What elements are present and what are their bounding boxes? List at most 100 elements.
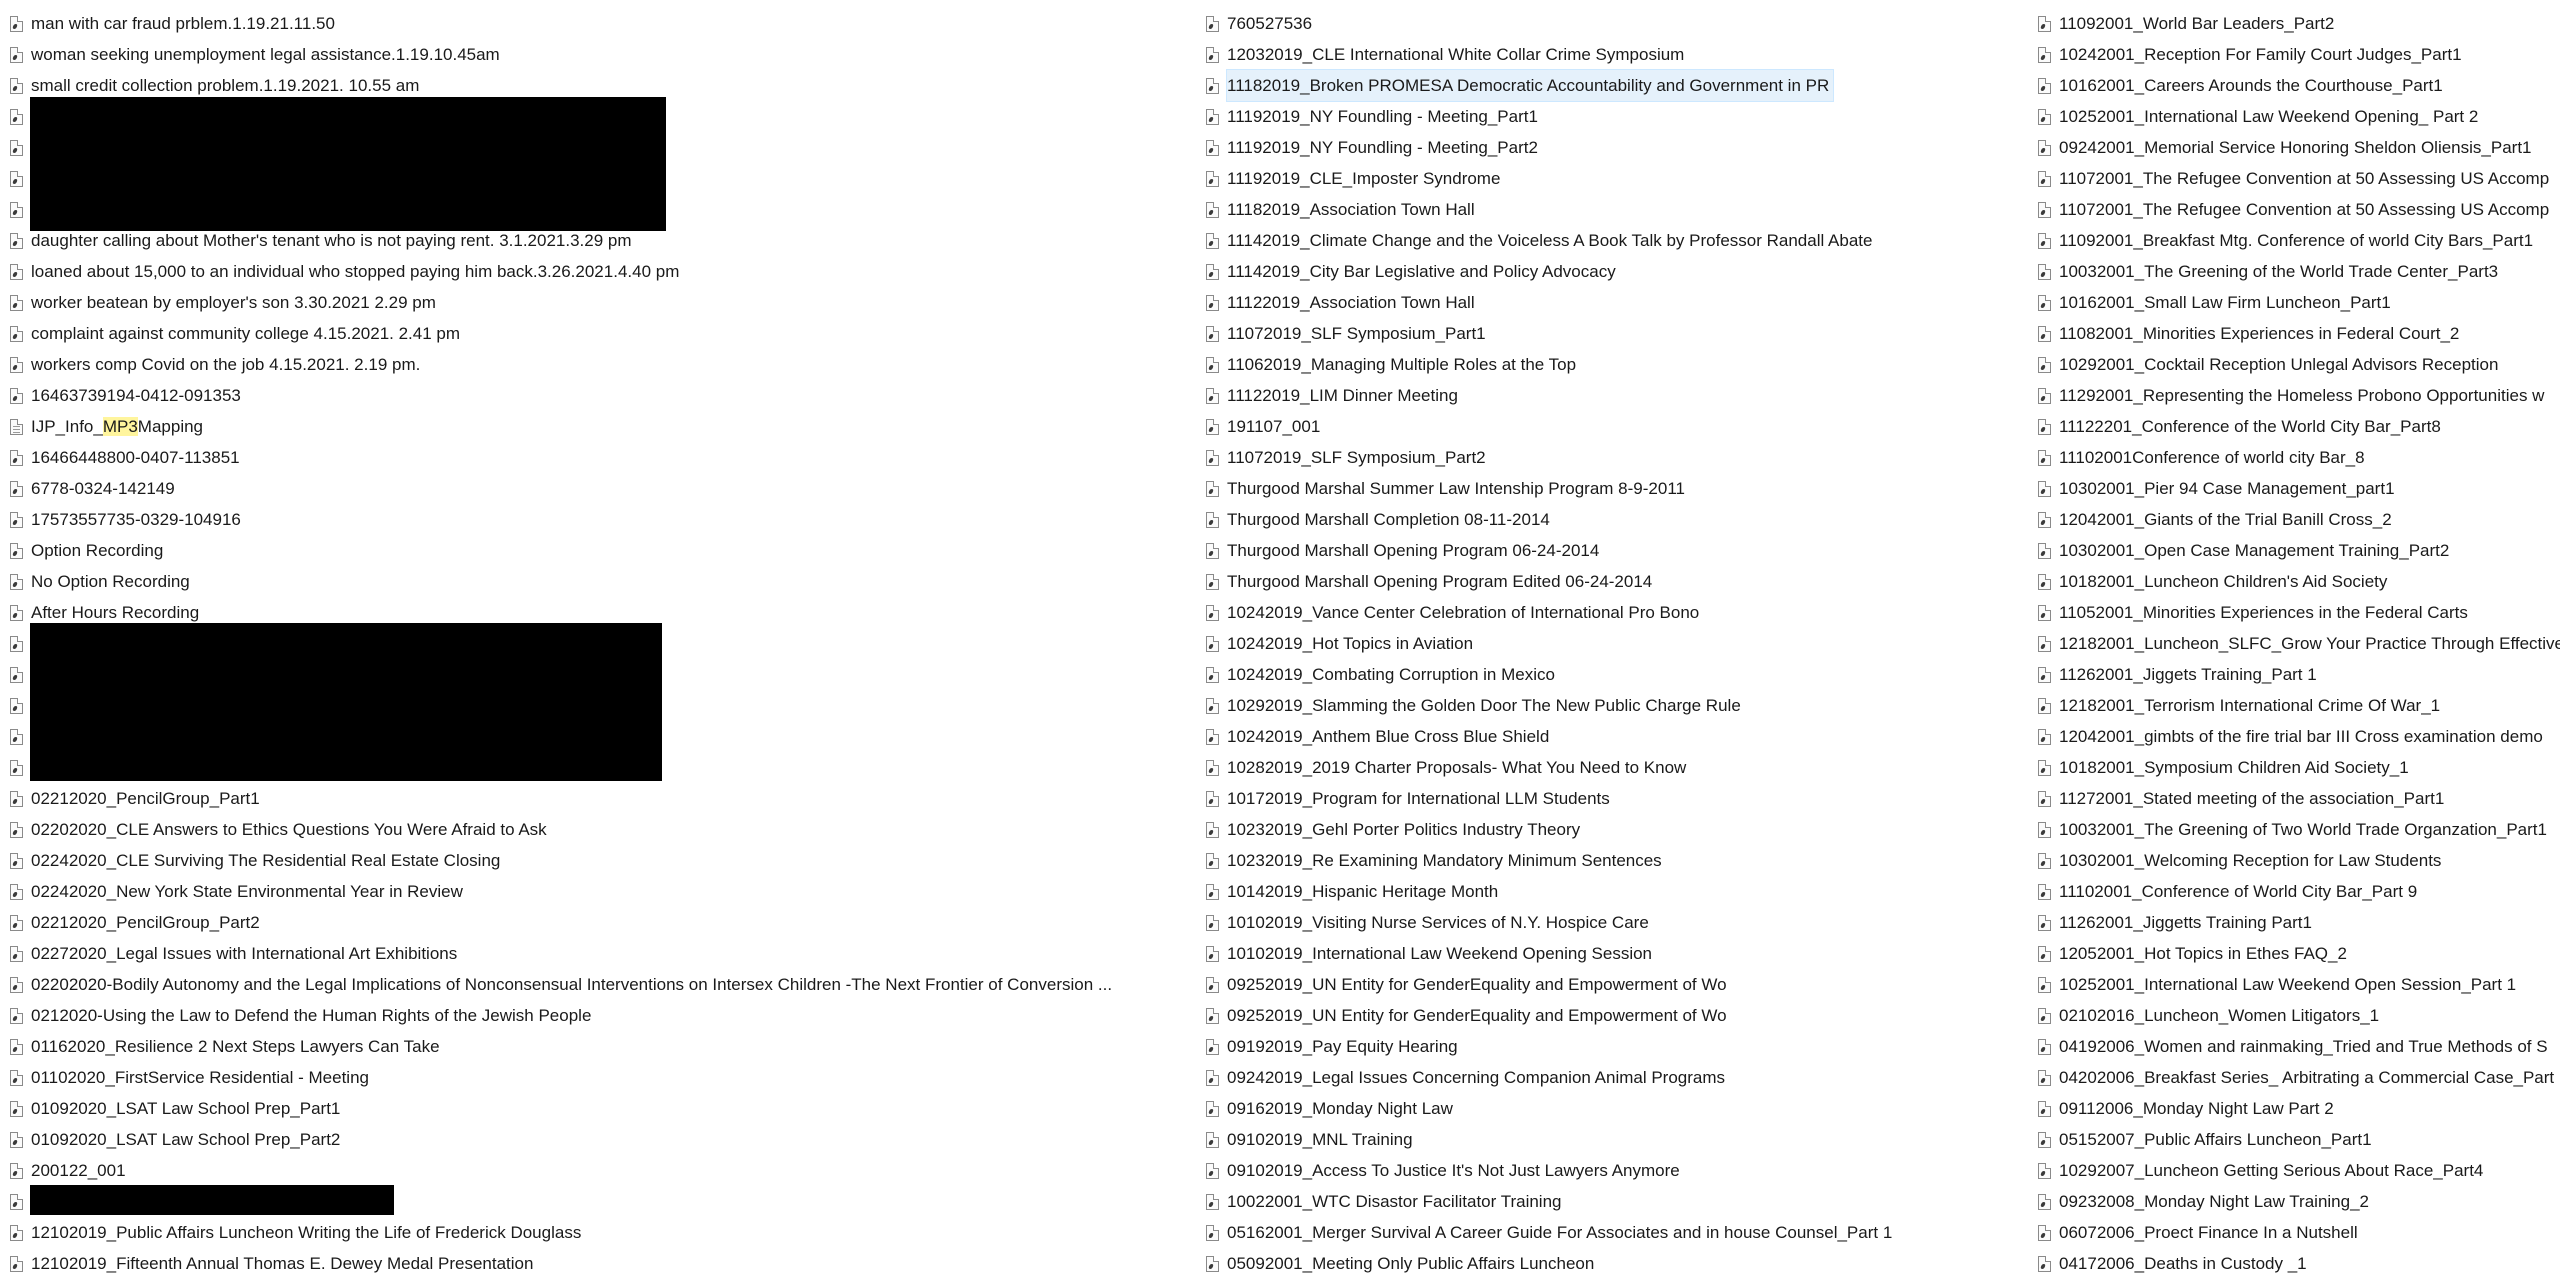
file-item[interactable]: 02242020_CLE Surviving The Residential R… bbox=[10, 845, 1200, 876]
file-item[interactable]: 09252019_UN Entity for GenderEquality an… bbox=[1206, 1000, 2026, 1031]
file-item[interactable]: 09242019_Legal Issues Concerning Compani… bbox=[1206, 1062, 2026, 1093]
file-item[interactable]: 11272001_Stated meeting of the associati… bbox=[2038, 783, 2560, 814]
file-item[interactable]: 11092001_Breakfast Mtg. Conference of wo… bbox=[2038, 225, 2560, 256]
file-item[interactable]: 11192019_NY Foundling - Meeting_Part2 bbox=[1206, 132, 2026, 163]
file-item[interactable]: 10142019_Hispanic Heritage Month bbox=[1206, 876, 2026, 907]
file-item[interactable]: man with car fraud prblem.1.19.21.11.50 bbox=[10, 8, 1200, 39]
file-item[interactable]: 12182001_Terrorism International Crime O… bbox=[2038, 690, 2560, 721]
file-item[interactable]: 10282019_2019 Charter Proposals- What Yo… bbox=[1206, 752, 2026, 783]
file-item[interactable]: Thurgood Marshal Summer Law Intenship Pr… bbox=[1206, 473, 2026, 504]
file-item[interactable]: 10302001_Open Case Management Training_P… bbox=[2038, 535, 2560, 566]
file-item[interactable]: 12182001_Luncheon_SLFC_Grow Your Practic… bbox=[2038, 628, 2560, 659]
file-item[interactable]: Option Recording bbox=[10, 535, 1200, 566]
file-item[interactable]: 09192019_Pay Equity Hearing bbox=[1206, 1031, 2026, 1062]
file-item[interactable]: 02202020_CLE Answers to Ethics Questions… bbox=[10, 814, 1200, 845]
file-item[interactable]: No Option Recording bbox=[10, 566, 1200, 597]
file-item[interactable]: 05162001_Merger Survival A Career Guide … bbox=[1206, 1217, 2026, 1248]
file-item[interactable]: 11262001_Jiggets Training_Part 1 bbox=[2038, 659, 2560, 690]
file-item[interactable]: 16466448800-0407-113851 bbox=[10, 442, 1200, 473]
file-item[interactable]: 02202020-Bodily Autonomy and the Legal I… bbox=[10, 969, 1200, 1000]
file-item[interactable]: 02212020_PencilGroup_Part1 bbox=[10, 783, 1200, 814]
file-item[interactable]: 200122_001 bbox=[10, 1155, 1200, 1186]
file-item[interactable]: 10162001_Careers Arounds the Courthouse_… bbox=[2038, 70, 2560, 101]
file-item[interactable]: 11192019_NY Foundling - Meeting_Part1 bbox=[1206, 101, 2026, 132]
file-item[interactable]: 10242019_Hot Topics in Aviation bbox=[1206, 628, 2026, 659]
file-item[interactable]: 11062019_Managing Multiple Roles at the … bbox=[1206, 349, 2026, 380]
file-item[interactable]: 12102019_Fifteenth Annual Thomas E. Dewe… bbox=[10, 1248, 1200, 1279]
file-item[interactable]: 04172006_Deaths in Custody _1 bbox=[2038, 1248, 2560, 1279]
file-item[interactable]: 191107_001 bbox=[1206, 411, 2026, 442]
file-item[interactable]: 11092001_World Bar Leaders_Part2 bbox=[2038, 8, 2560, 39]
file-item[interactable]: 10252001_International Law Weekend Openi… bbox=[2038, 101, 2560, 132]
file-item[interactable]: 10162001_Small Law Firm Luncheon_Part1 bbox=[2038, 287, 2560, 318]
file-item[interactable]: 10032001_The Greening of Two World Trade… bbox=[2038, 814, 2560, 845]
file-item[interactable]: 12042001_gimbts of the fire trial bar II… bbox=[2038, 721, 2560, 752]
file-item[interactable]: 10292007_Luncheon Getting Serious About … bbox=[2038, 1155, 2560, 1186]
file-item[interactable]: 10242019_Combating Corruption in Mexico bbox=[1206, 659, 2026, 690]
file-item[interactable]: 12102019_Public Affairs Luncheon Writing… bbox=[10, 1217, 1200, 1248]
file-item[interactable]: 01092020_LSAT Law School Prep_Part2 bbox=[10, 1124, 1200, 1155]
file-item[interactable]: complaint against community college 4.15… bbox=[10, 318, 1200, 349]
file-item[interactable]: 10292019_Slamming the Golden Door The Ne… bbox=[1206, 690, 2026, 721]
file-item[interactable]: 10182001_Luncheon Children's Aid Society bbox=[2038, 566, 2560, 597]
file-item[interactable]: 11182019_Association Town Hall bbox=[1206, 194, 2026, 225]
file-item[interactable]: 10172019_Program for International LLM S… bbox=[1206, 783, 2026, 814]
file-item[interactable]: 11072001_The Refugee Convention at 50 As… bbox=[2038, 194, 2560, 225]
file-item[interactable]: Thurgood Marshall Opening Program 06-24-… bbox=[1206, 535, 2026, 566]
file-item[interactable]: 02272020_Legal Issues with International… bbox=[10, 938, 1200, 969]
file-item[interactable]: 02242020_New York State Environmental Ye… bbox=[10, 876, 1200, 907]
file-item[interactable]: 09162019_Monday Night Law bbox=[1206, 1093, 2026, 1124]
file-item[interactable]: 11072001_The Refugee Convention at 50 As… bbox=[2038, 163, 2560, 194]
file-item[interactable]: 04192006_Women and rainmaking_Tried and … bbox=[2038, 1031, 2560, 1062]
file-item[interactable]: 09242001_Memorial Service Honoring Sheld… bbox=[2038, 132, 2560, 163]
file-item[interactable]: 10032001_The Greening of the World Trade… bbox=[2038, 256, 2560, 287]
file-item[interactable]: 06072006_Proect Finance In a Nutshell bbox=[2038, 1217, 2560, 1248]
file-item[interactable]: 10232019_Gehl Porter Politics Industry T… bbox=[1206, 814, 2026, 845]
file-item[interactable]: 10022001_WTC Disastor Facilitator Traini… bbox=[1206, 1186, 2026, 1217]
file-item[interactable]: 11072019_SLF Symposium_Part1 bbox=[1206, 318, 2026, 349]
file-item[interactable]: Thurgood Marshall Completion 08-11-2014 bbox=[1206, 504, 2026, 535]
file-item[interactable]: 10302001_Pier 94 Case Management_part1 bbox=[2038, 473, 2560, 504]
file-item[interactable]: 11082001_Minorities Experiences in Feder… bbox=[2038, 318, 2560, 349]
file-item[interactable]: 11102001_Conference of World City Bar_Pa… bbox=[2038, 876, 2560, 907]
file-item[interactable]: 10302001_Welcoming Reception for Law Stu… bbox=[2038, 845, 2560, 876]
file-item[interactable]: 10102019_International Law Weekend Openi… bbox=[1206, 938, 2026, 969]
file-item[interactable]: 04202006_Breakfast Series_ Arbitrating a… bbox=[2038, 1062, 2560, 1093]
file-item[interactable]: 16463739194-0412-091353 bbox=[10, 380, 1200, 411]
file-item[interactable]: loaned about 15,000 to an individual who… bbox=[10, 256, 1200, 287]
file-item[interactable]: IJP_Info_MP3Mapping bbox=[10, 411, 1200, 442]
file-item[interactable]: workers comp Covid on the job 4.15.2021.… bbox=[10, 349, 1200, 380]
file-item[interactable]: Thurgood Marshall Opening Program Edited… bbox=[1206, 566, 2026, 597]
file-item[interactable]: 6778-0324-142149 bbox=[10, 473, 1200, 504]
file-item[interactable]: 11052001_Minorities Experiences in the F… bbox=[2038, 597, 2560, 628]
file-item[interactable]: 09232008_Monday Night Law Training_2 bbox=[2038, 1186, 2560, 1217]
file-item[interactable]: worker beatean by employer's son 3.30.20… bbox=[10, 287, 1200, 318]
file-item[interactable]: woman seeking unemployment legal assista… bbox=[10, 39, 1200, 70]
file-item[interactable]: 01102020_FirstService Residential - Meet… bbox=[10, 1062, 1200, 1093]
file-item[interactable]: 11182019_Broken PROMESA Democratic Accou… bbox=[1206, 69, 2026, 102]
file-item[interactable]: 11122019_LIM Dinner Meeting bbox=[1206, 380, 2026, 411]
file-item[interactable]: 760527536 bbox=[1206, 8, 2026, 39]
file-item[interactable]: 10242001_Reception For Family Court Judg… bbox=[2038, 39, 2560, 70]
file-item[interactable]: 10102019_Visiting Nurse Services of N.Y.… bbox=[1206, 907, 2026, 938]
file-item[interactable]: 17573557735-0329-104916 bbox=[10, 504, 1200, 535]
file-item[interactable]: 09112006_Monday Night Law Part 2 bbox=[2038, 1093, 2560, 1124]
file-item[interactable]: 11142019_Climate Change and the Voiceles… bbox=[1206, 225, 2026, 256]
file-item[interactable]: 11122019_Association Town Hall bbox=[1206, 287, 2026, 318]
file-item[interactable]: 11142019_City Bar Legislative and Policy… bbox=[1206, 256, 2026, 287]
file-item[interactable]: 0212020-Using the Law to Defend the Huma… bbox=[10, 1000, 1200, 1031]
file-item[interactable]: 01162020_Resilience 2 Next Steps Lawyers… bbox=[10, 1031, 1200, 1062]
file-item[interactable]: 10252001_International Law Weekend Open … bbox=[2038, 969, 2560, 1000]
file-item[interactable]: 09102019_Access To Justice It's Not Just… bbox=[1206, 1155, 2026, 1186]
file-item[interactable]: 10242019_Vance Center Celebration of Int… bbox=[1206, 597, 2026, 628]
file-item[interactable]: 10292001_Cocktail Reception Unlegal Advi… bbox=[2038, 349, 2560, 380]
file-item[interactable]: 12042001_Giants of the Trial Banill Cros… bbox=[2038, 504, 2560, 535]
file-item[interactable]: 09252019_UN Entity for GenderEquality an… bbox=[1206, 969, 2026, 1000]
file-item[interactable]: 09102019_MNL Training bbox=[1206, 1124, 2026, 1155]
file-item[interactable]: 12032019_CLE International White Collar … bbox=[1206, 39, 2026, 70]
file-item[interactable]: 05092001_Meeting Only Public Affairs Lun… bbox=[1206, 1248, 2026, 1279]
file-item[interactable]: 11102001Conference of world city Bar_8 bbox=[2038, 442, 2560, 473]
file-item[interactable]: 11122201_Conference of the World City Ba… bbox=[2038, 411, 2560, 442]
file-item[interactable]: 11072019_SLF Symposium_Part2 bbox=[1206, 442, 2026, 473]
file-item[interactable]: 02212020_PencilGroup_Part2 bbox=[10, 907, 1200, 938]
